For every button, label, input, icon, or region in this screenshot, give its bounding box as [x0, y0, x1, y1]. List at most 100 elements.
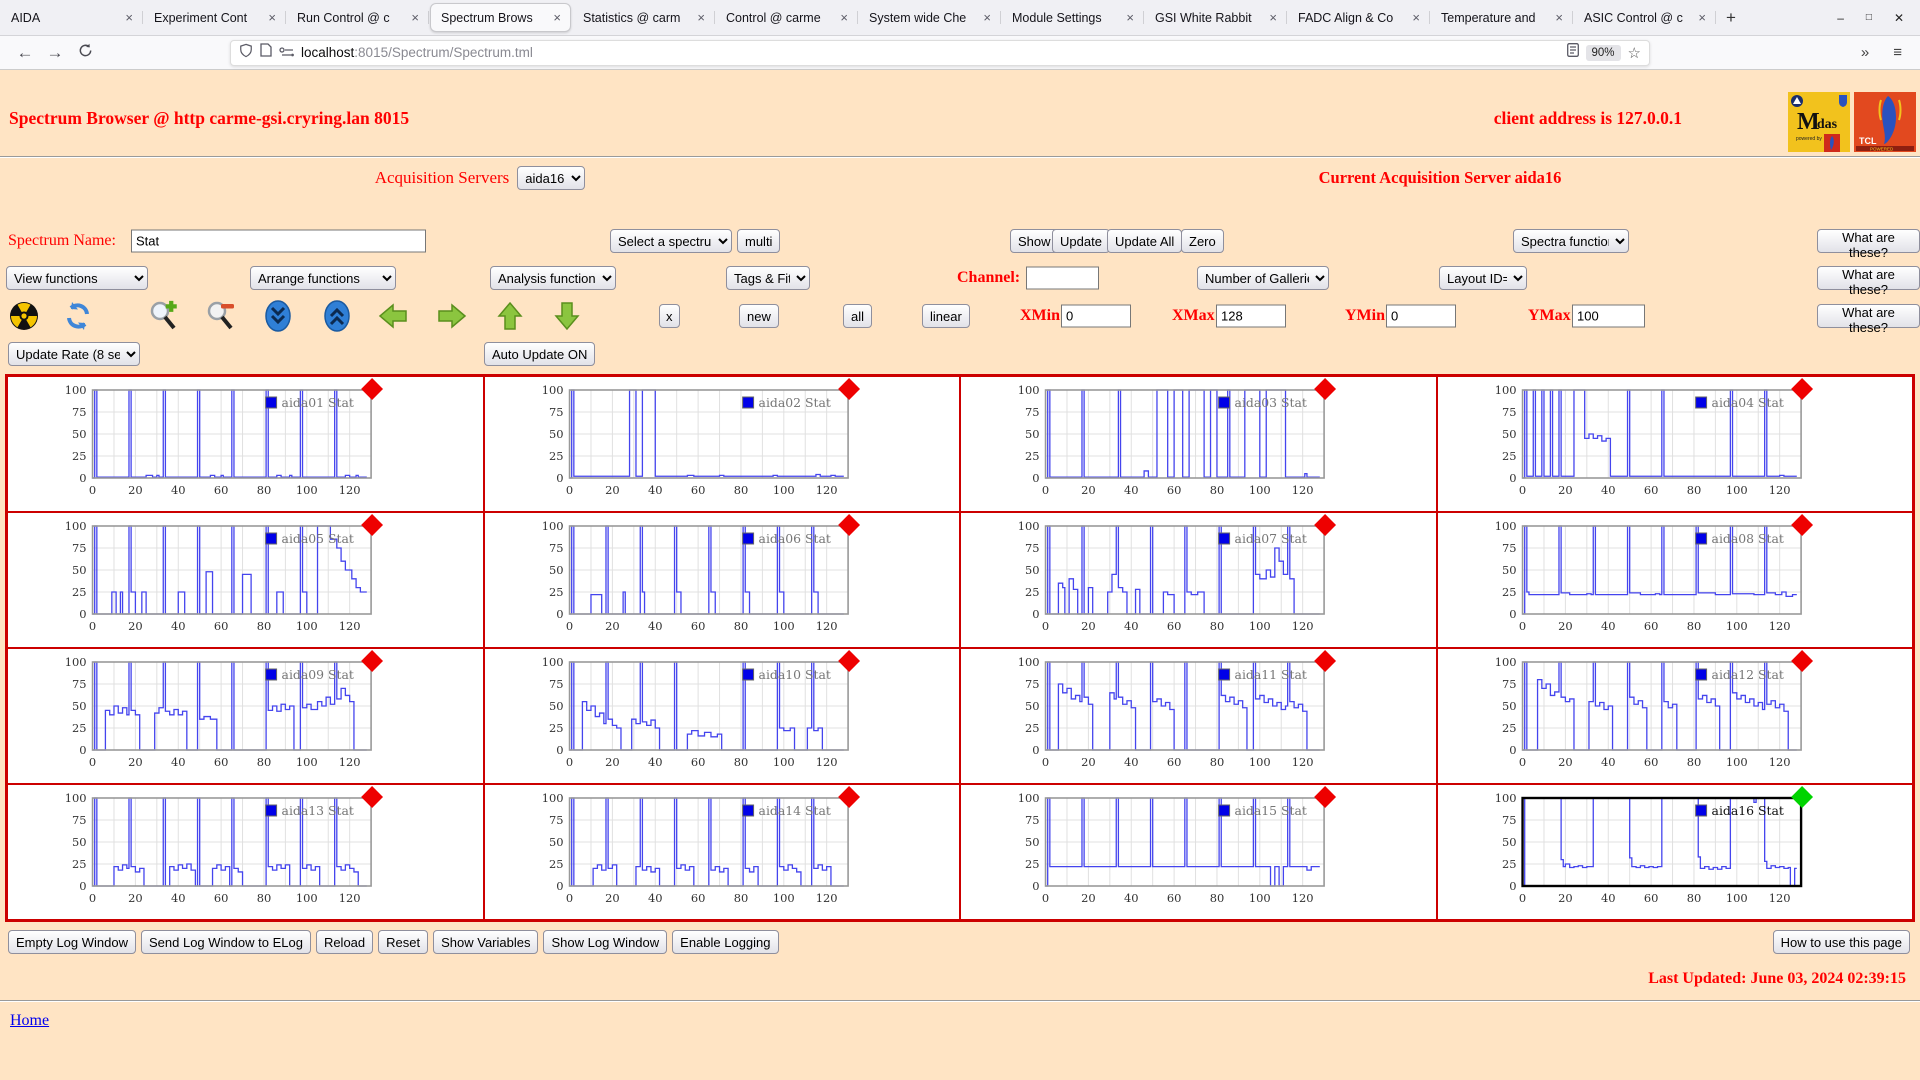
overflow-menu-icon[interactable]: » [1861, 44, 1869, 61]
analysis-functions-dropdown[interactable]: Analysis functions [490, 266, 616, 290]
tab-close-icon[interactable]: × [1552, 10, 1566, 25]
forward-icon[interactable]: → [40, 43, 70, 63]
acquisition-server-select[interactable]: aida16 [517, 166, 585, 190]
spectrum-cell-aida13[interactable]: 0255075100020406080100120aida13 Stat [7, 784, 484, 920]
update-rate-dropdown[interactable]: Update Rate (8 secs) [8, 342, 140, 366]
spectrum-cell-aida15[interactable]: 0255075100020406080100120aida15 Stat [960, 784, 1437, 920]
zoom-out-icon[interactable] [204, 300, 236, 332]
tab-close-icon[interactable]: × [1409, 10, 1423, 25]
tab-9[interactable]: GSI White Rabbit× [1145, 3, 1286, 32]
spectrum-cell-aida08[interactable]: 0255075100020406080100120aida08 Stat [1437, 512, 1914, 648]
layout-id-dropdown[interactable]: Layout ID=2 [1439, 266, 1527, 290]
show-log-window-button[interactable]: Show Log Window [543, 930, 667, 954]
url-bar[interactable]: localhost:8015/Spectrum/Spectrum.tml 90%… [230, 40, 1650, 66]
spectrum-cell-aida09[interactable]: 0255075100020406080100120aida09 Stat [7, 648, 484, 784]
xmax-input[interactable] [1216, 305, 1286, 328]
spectrum-cell-aida02[interactable]: 0255075100020406080100120aida02 Stat [484, 376, 961, 512]
reload-button[interactable]: Reload [316, 930, 373, 954]
maximize-button[interactable]: □ [1866, 12, 1872, 23]
send-log-to-elog-button[interactable]: Send Log Window to ELog [141, 930, 311, 954]
tags-fits-dropdown[interactable]: Tags & Fits [726, 266, 810, 290]
tab-10[interactable]: FADC Align & Co× [1288, 3, 1429, 32]
arrow-down-icon[interactable] [551, 300, 583, 332]
tab-3[interactable]: Run Control @ c× [287, 3, 428, 32]
minimize-button[interactable]: – [1837, 11, 1844, 25]
reset-button[interactable]: Reset [378, 930, 428, 954]
spectrum-cell-aida04[interactable]: 0255075100020406080100120aida04 Stat [1437, 376, 1914, 512]
tab-1[interactable]: AIDA× [1, 3, 142, 32]
arrange-functions-dropdown[interactable]: Arrange functions [250, 266, 396, 290]
enable-logging-button[interactable]: Enable Logging [672, 930, 778, 954]
arrow-left-icon[interactable] [377, 300, 409, 332]
channel-input[interactable] [1026, 267, 1099, 290]
what-are-these-button-2[interactable]: What are these? [1817, 266, 1920, 290]
radiation-icon[interactable] [8, 300, 40, 332]
all-button[interactable]: all [843, 304, 872, 328]
reload-icon[interactable] [70, 43, 100, 63]
tcl-powered-logo[interactable]: TCL POWERED [1854, 92, 1916, 152]
what-are-these-button-3[interactable]: What are these? [1817, 304, 1920, 328]
tab-6[interactable]: Control @ carme× [716, 3, 857, 32]
shield-icon[interactable] [239, 43, 253, 63]
tab-close-icon[interactable]: × [1266, 10, 1280, 25]
arrow-up-icon[interactable] [494, 300, 526, 332]
home-link[interactable]: Home [10, 1012, 49, 1029]
zero-button[interactable]: Zero [1181, 229, 1224, 253]
spectrum-name-input[interactable] [131, 230, 426, 253]
tab-close-icon[interactable]: × [265, 10, 279, 25]
spectrum-cell-aida10[interactable]: 0255075100020406080100120aida10 Stat [484, 648, 961, 784]
tab-close-icon[interactable]: × [837, 10, 851, 25]
multi-button[interactable]: multi [737, 229, 780, 253]
tab-12[interactable]: ASIC Control @ c× [1574, 3, 1715, 32]
view-functions-dropdown[interactable]: View functions [6, 266, 148, 290]
linear-button[interactable]: linear [922, 304, 970, 328]
refresh-icon[interactable] [62, 300, 94, 332]
tab-4[interactable]: Spectrum Brows× [430, 3, 571, 32]
tab-close-icon[interactable]: × [1695, 10, 1709, 25]
xmin-input[interactable] [1061, 305, 1131, 328]
arrow-right-icon[interactable] [436, 300, 468, 332]
midas-logo[interactable]: M idas powered by [1788, 92, 1850, 152]
ymin-input[interactable] [1386, 305, 1456, 328]
close-button[interactable]: ✕ [1894, 11, 1904, 25]
spectrum-cell-aida07[interactable]: 0255075100020406080100120aida07 Stat [960, 512, 1437, 648]
spectrum-cell-aida16[interactable]: 0255075100020406080100120aida16 Stat [1437, 784, 1914, 920]
spectrum-cell-aida14[interactable]: 0255075100020406080100120aida14 Stat [484, 784, 961, 920]
tab-11[interactable]: Temperature and× [1431, 3, 1572, 32]
tab-close-icon[interactable]: × [694, 10, 708, 25]
new-button[interactable]: new [739, 304, 779, 328]
update-button[interactable]: Update [1052, 229, 1110, 253]
reader-view-icon[interactable] [1567, 43, 1579, 62]
what-are-these-button-1[interactable]: What are these? [1817, 229, 1920, 253]
scroll-up-icon[interactable] [321, 300, 353, 332]
tab-close-icon[interactable]: × [1123, 10, 1137, 25]
spectrum-cell-aida05[interactable]: 0255075100020406080100120aida05 Stat [7, 512, 484, 648]
tab-5[interactable]: Statistics @ carm× [573, 3, 714, 32]
tab-2[interactable]: Experiment Cont× [144, 3, 285, 32]
select-spectrum-dropdown[interactable]: Select a spectrum [610, 229, 732, 253]
new-tab-button[interactable]: + [1716, 0, 1746, 35]
number-of-galleries-dropdown[interactable]: Number of Galleries [1197, 266, 1329, 290]
tab-close-icon[interactable]: × [980, 10, 994, 25]
spectrum-cell-aida12[interactable]: 0255075100020406080100120aida12 Stat [1437, 648, 1914, 784]
permissions-icon[interactable] [279, 44, 294, 62]
spectrum-cell-aida11[interactable]: 0255075100020406080100120aida11 Stat [960, 648, 1437, 784]
spectrum-cell-aida01[interactable]: 0255075100020406080100120aida01 Stat [7, 376, 484, 512]
ymax-input[interactable] [1572, 305, 1645, 328]
tab-close-icon[interactable]: × [408, 10, 422, 25]
auto-update-button[interactable]: Auto Update ON [484, 342, 595, 366]
scroll-down-icon[interactable] [262, 300, 294, 332]
zoom-level-badge[interactable]: 90% [1586, 45, 1621, 61]
tab-8[interactable]: Module Settings× [1002, 3, 1143, 32]
bookmark-star-icon[interactable]: ☆ [1628, 44, 1641, 62]
spectra-functions-dropdown[interactable]: Spectra functions [1513, 229, 1629, 253]
how-to-use-button[interactable]: How to use this page [1773, 930, 1910, 954]
page-info-icon[interactable] [260, 43, 272, 62]
empty-log-window-button[interactable]: Empty Log Window [8, 930, 136, 954]
update-all-button[interactable]: Update All [1107, 229, 1182, 253]
show-variables-button[interactable]: Show Variables [433, 930, 538, 954]
back-icon[interactable]: ← [10, 43, 40, 63]
app-menu-icon[interactable]: ≡ [1893, 44, 1902, 61]
x-scale-button[interactable]: x [659, 304, 680, 328]
tab-7[interactable]: System wide Che× [859, 3, 1000, 32]
